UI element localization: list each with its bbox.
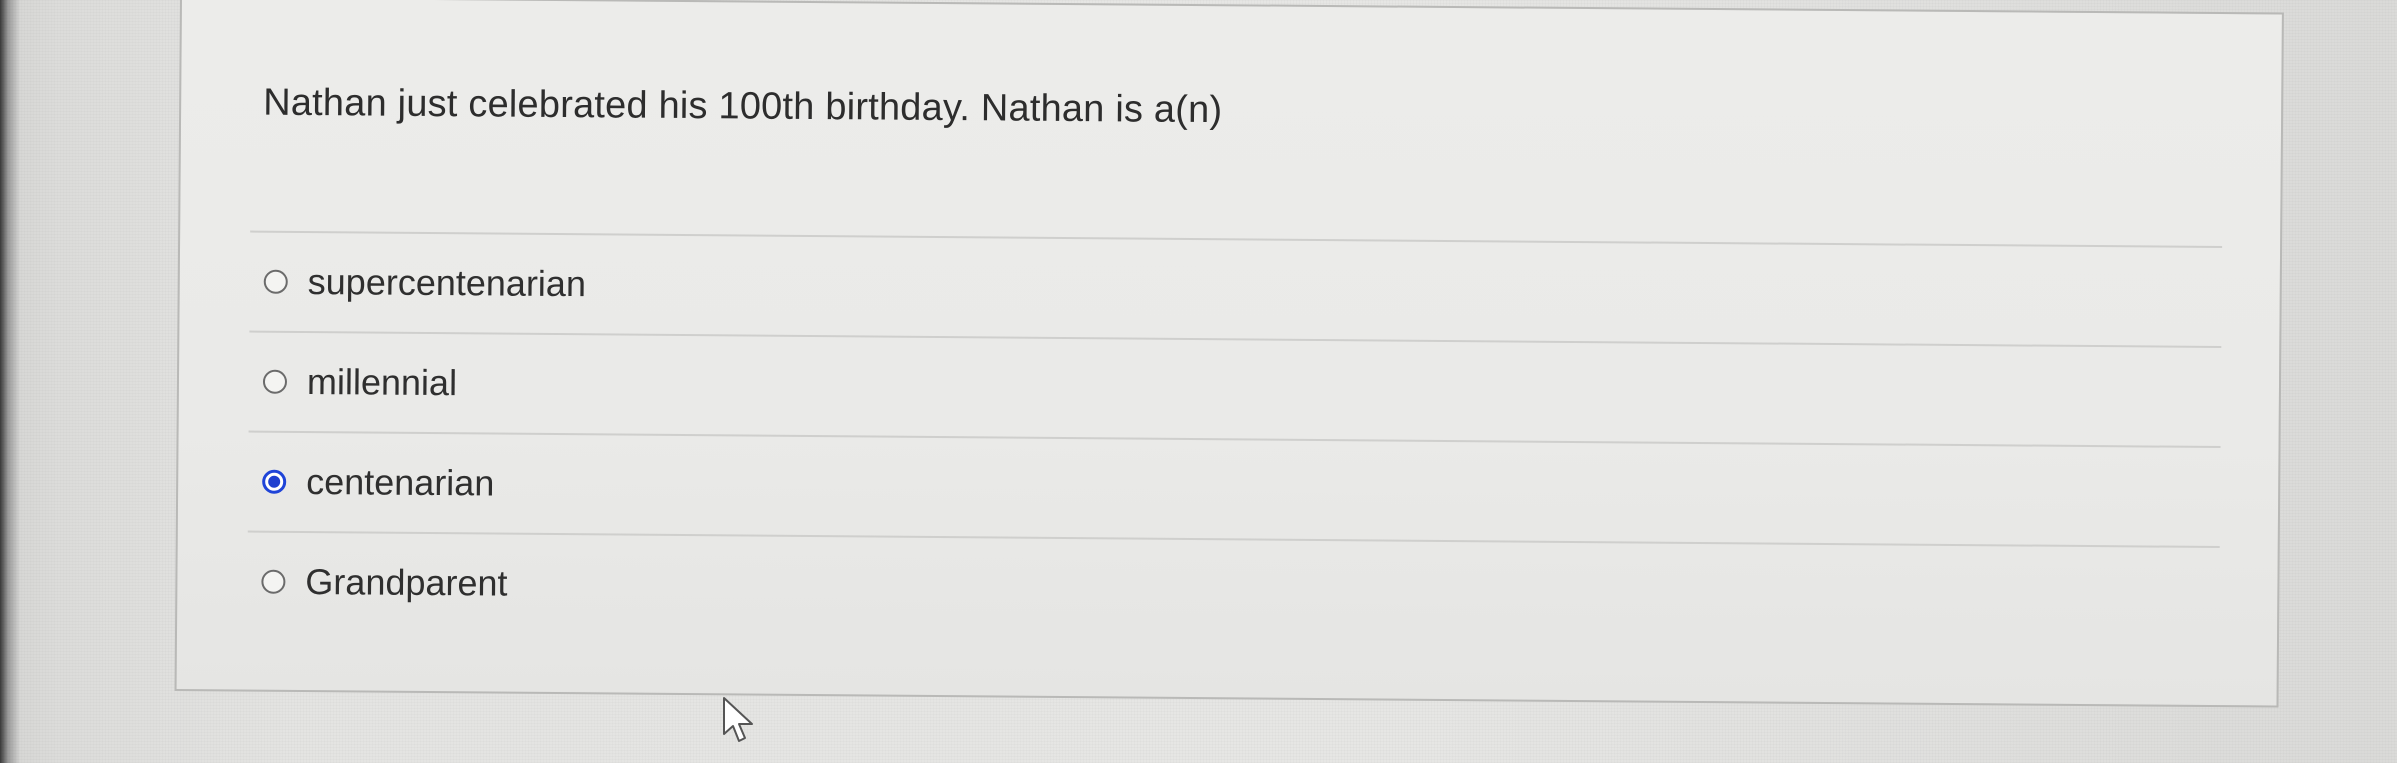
radio-button-unselected[interactable] <box>261 569 286 594</box>
answer-label: supercentenarian <box>307 261 587 305</box>
radio-button-unselected[interactable] <box>262 369 288 394</box>
answer-label: millennial <box>306 361 458 404</box>
question-text: Nathan just celebrated his 100th birthda… <box>262 81 1223 132</box>
answer-option-supercentenarian[interactable]: supercentenarian <box>249 230 2223 347</box>
radio-button-unselected[interactable] <box>263 269 288 294</box>
answer-option-grandparent[interactable]: Grandparent <box>247 530 2220 647</box>
answer-label: Grandparent <box>305 561 508 604</box>
answer-list: supercentenarian millennial centenarian … <box>247 230 2223 647</box>
question-card: Nathan just celebrated his 100th birthda… <box>174 0 2284 708</box>
radio-button-selected[interactable] <box>262 469 287 494</box>
mouse-pointer-icon <box>723 697 753 742</box>
answer-option-millennial[interactable]: millennial <box>248 330 2222 447</box>
answer-label: centenarian <box>306 461 495 504</box>
answer-option-centenarian[interactable]: centenarian <box>247 430 2221 547</box>
